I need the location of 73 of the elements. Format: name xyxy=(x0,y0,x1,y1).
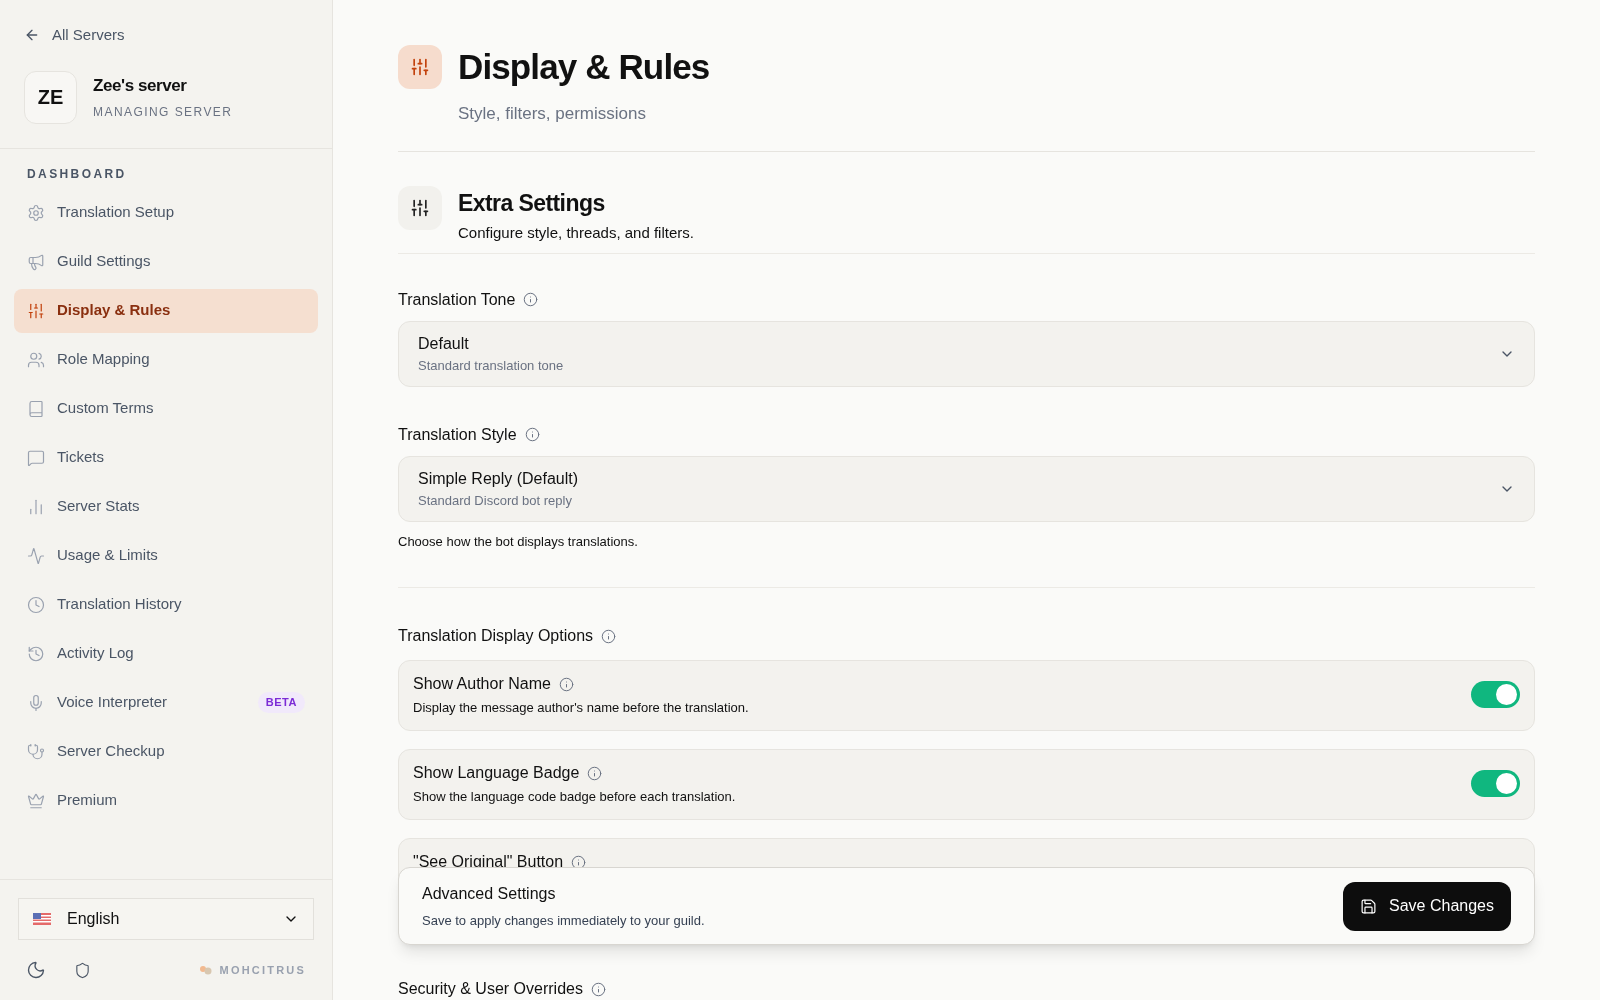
stethoscope-icon xyxy=(27,742,45,761)
option-description: Display the message author's name before the translation. xyxy=(413,699,750,717)
nav-item[interactable]: Role Mapping xyxy=(14,337,318,382)
nav-item[interactable]: Tickets xyxy=(14,435,318,480)
section-heading: DASHBOARD xyxy=(26,165,128,183)
save-button[interactable]: Save Changes xyxy=(1343,881,1511,931)
nav-item[interactable]: Server Stats xyxy=(14,484,318,529)
microphone-icon xyxy=(27,693,45,712)
chat-bubble-icon xyxy=(27,448,45,467)
crown-icon xyxy=(27,791,45,810)
server-avatar: ZE xyxy=(24,70,77,124)
beta-badge: BETA xyxy=(257,692,305,713)
flag-icon xyxy=(33,913,51,925)
sliders-icon xyxy=(410,197,430,218)
book-icon xyxy=(27,399,45,418)
field-label: Translation Style xyxy=(398,424,517,445)
nav-item[interactable]: Usage & Limits xyxy=(14,533,318,578)
nav-item[interactable]: Activity Log xyxy=(14,631,318,676)
sliders-icon xyxy=(27,301,45,320)
save-icon xyxy=(1360,897,1378,915)
pulse-icon xyxy=(27,546,45,565)
info-icon xyxy=(590,981,606,997)
field-label: Translation Display Options xyxy=(398,626,594,646)
nav-item[interactable]: Guild Settings xyxy=(14,239,318,284)
gear-icon xyxy=(27,203,45,222)
info-icon xyxy=(523,292,539,307)
logo-icon xyxy=(198,965,212,975)
option-title: Show Author Name xyxy=(413,674,551,694)
field-label: Security & User Overrides xyxy=(398,979,583,999)
info-icon xyxy=(558,676,574,692)
bar-chart-icon xyxy=(27,497,45,516)
option-title: Show Language Badge xyxy=(413,763,580,783)
page-title: Display & Rules xyxy=(458,46,710,88)
server-name: Zee's server xyxy=(93,75,188,98)
dropdown-value: Simple Reply (Default) xyxy=(418,468,580,489)
page-subtitle: Style, filters, permissions xyxy=(458,103,647,125)
shield-icon[interactable] xyxy=(74,961,91,979)
save-bar-title: Advanced Settings xyxy=(422,883,557,904)
help-text: Choose how the bot displays translations. xyxy=(398,532,639,551)
option-title: "See Original" Button xyxy=(413,852,564,872)
info-icon xyxy=(587,765,603,781)
back-link[interactable]: All Servers xyxy=(24,24,308,47)
moon-icon[interactable] xyxy=(26,960,46,980)
info-icon xyxy=(524,427,540,442)
toggle-switch[interactable] xyxy=(1471,770,1520,797)
users-icon xyxy=(27,350,45,369)
clock-icon xyxy=(27,595,45,614)
section-title: Extra Settings xyxy=(458,188,606,218)
section-description: Configure style, threads, and filters. xyxy=(458,223,694,243)
dropdown-hint: Standard translation tone xyxy=(418,357,565,374)
dropdown-hint: Standard Discord bot reply xyxy=(418,492,573,509)
nav-item[interactable]: Voice Interpreter BETA xyxy=(14,680,318,725)
brand-name: MOHCITRUS xyxy=(219,962,306,978)
server-role: MANAGING SERVER xyxy=(93,103,233,121)
language-select[interactable]: English xyxy=(18,898,314,940)
nav-item[interactable]: Premium xyxy=(14,778,318,823)
nav-item[interactable]: Server Checkup xyxy=(14,729,318,774)
dropdown-select[interactable]: Default Standard translation tone xyxy=(398,320,1535,387)
dropdown-select[interactable]: Simple Reply (Default) Standard Discord bot reply xyxy=(398,455,1535,522)
nav-item[interactable]: Translation Setup xyxy=(14,190,318,235)
toggle-switch[interactable] xyxy=(1471,681,1520,708)
sliders-icon xyxy=(410,57,430,77)
history-icon xyxy=(27,644,45,663)
nav-item[interactable]: Custom Terms xyxy=(14,386,318,431)
save-bar-description: Save to apply changes immediately to your guild. xyxy=(422,911,706,930)
nav-item[interactable]: Translation History xyxy=(14,582,318,627)
dropdown-value: Default xyxy=(418,333,470,354)
info-icon xyxy=(571,854,587,870)
info-icon xyxy=(601,628,617,644)
megaphone-icon xyxy=(27,252,45,271)
field-label: Translation Tone xyxy=(398,289,516,310)
option-description: Show the language code badge before each translation. xyxy=(413,788,737,806)
nav-item[interactable]: Display & Rules xyxy=(14,288,318,333)
